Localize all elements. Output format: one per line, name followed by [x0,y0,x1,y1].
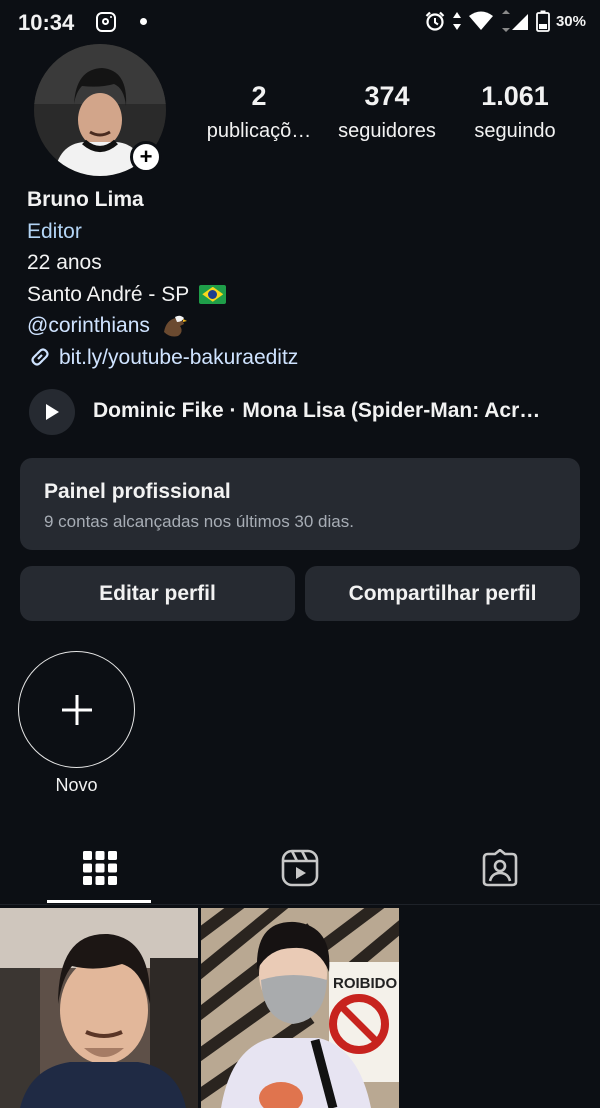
bio-location: Santo André - SP [27,282,190,306]
post-thumbnail[interactable] [0,908,198,1108]
professional-dashboard-card[interactable]: Painel profissional 9 contas alcançadas … [20,458,580,550]
followers-count[interactable]: 374 seguidores [324,80,450,144]
new-highlight-button[interactable] [18,651,135,768]
profile-name: Bruno Lima [27,188,144,211]
selected-tab-indicator [47,900,151,903]
following-count-label: seguindo [474,120,556,142]
reels-icon [281,849,319,887]
play-icon [46,404,59,420]
plus-icon [61,694,92,725]
eagle-emoji-icon [163,315,187,337]
posts-count[interactable]: 2 publicaçõ… [196,80,322,144]
following-count-value: 1.061 [481,81,549,111]
followers-count-label: seguidores [338,120,436,142]
tab-tagged[interactable] [400,838,600,898]
tab-divider [0,904,600,905]
edit-profile-button[interactable]: Editar perfil [20,566,295,621]
status-time: 10:34 [18,10,75,35]
tagged-icon [482,849,518,887]
battery-percent: 30% [555,12,586,30]
alarm-icon [425,11,445,31]
add-story-icon[interactable]: + [130,141,162,173]
sign-text: ROIBIDO [333,975,398,992]
status-bar: 10:34 30% [0,0,600,46]
bio-age: 22 anos [27,251,102,274]
posts-count-label: publicaçõ… [206,120,312,142]
signal-icon [501,10,528,32]
link-icon [31,348,49,366]
profile-bio: Bruno Lima Editor 22 anos Santo André - … [27,184,298,373]
music-play-button[interactable] [29,389,75,435]
wifi-icon [468,11,493,30]
bio-mention-row: @corinthians [27,310,298,342]
notification-dot-icon [140,18,147,25]
bio-website-link[interactable]: bit.ly/youtube-bakuraeditz [59,342,298,374]
tab-reels[interactable] [200,838,400,898]
brazil-flag-icon [199,284,227,304]
profile-category: Editor [27,219,82,243]
profile-music-track[interactable]: Dominic Fike · Mona Lisa (Spider-Man: Ac… [93,399,573,423]
tab-posts-grid[interactable] [0,838,200,898]
bio-location-row: Santo André - SP [27,279,298,311]
dashboard-title: Painel profissional [44,480,231,503]
instagram-notification-icon [96,12,116,32]
grid-icon [83,851,117,885]
data-arrows-icon [452,12,461,30]
battery-icon [536,10,550,32]
bio-mention-link[interactable]: @corinthians [27,310,150,342]
bio-website-row[interactable]: bit.ly/youtube-bakuraeditz [27,342,298,374]
following-count[interactable]: 1.061 seguindo [452,80,578,144]
posts-count-value: 2 [251,81,267,111]
dashboard-subtitle: 9 contas alcançadas nos últimos 30 dias. [44,512,354,531]
status-icons: 30% [424,10,586,32]
followers-count-value: 374 [364,81,410,111]
share-profile-button[interactable]: Compartilhar perfil [305,566,580,621]
new-highlight-label: Novo [55,775,98,795]
post-thumbnail[interactable]: ROIBIDO [201,908,399,1108]
